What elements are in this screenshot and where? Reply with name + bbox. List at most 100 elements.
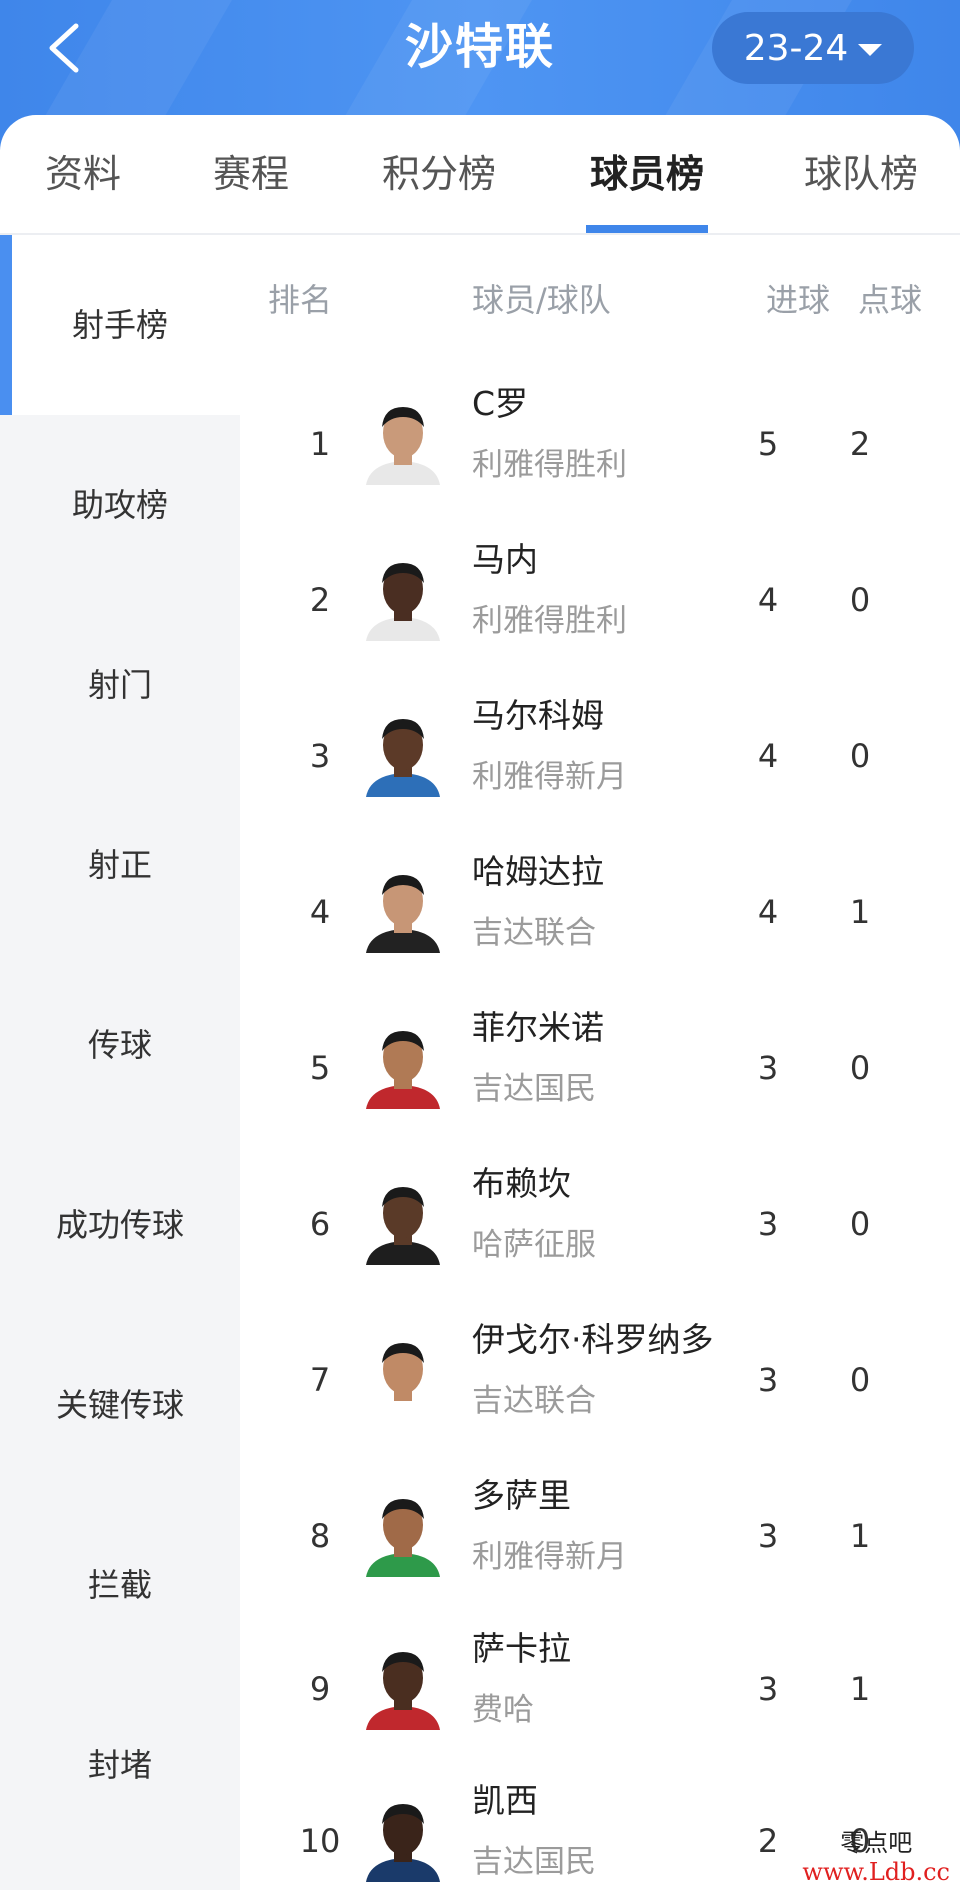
sidebar-item-top-scorers[interactable]: 射手榜	[0, 235, 240, 415]
sidebar-item-label: 射手榜	[71, 306, 168, 344]
player-avatar	[360, 1491, 446, 1577]
goals-cell: 3	[757, 1049, 779, 1087]
rank-cell: 4	[309, 893, 331, 931]
goals-cell: 3	[757, 1517, 779, 1555]
penalties-cell: 1	[849, 1517, 871, 1555]
rank-cell: 5	[309, 1049, 331, 1087]
player-photo-icon	[366, 1031, 440, 1109]
caret-down-icon	[858, 44, 883, 56]
sidebar-item-label: 助攻榜	[71, 486, 168, 524]
player-name: 菲尔米诺	[472, 1008, 604, 1047]
sidebar-item-successful-passes[interactable]: 成功传球	[0, 1135, 240, 1315]
watermark-title: 零点吧	[840, 1829, 913, 1857]
rank-cell: 8	[309, 1517, 331, 1555]
player-avatar	[360, 711, 446, 797]
goals-cell: 4	[757, 581, 779, 619]
sidebar-item-label: 拦截	[87, 1566, 152, 1604]
table-row[interactable]: 1 C罗 利雅得胜利 5 2	[240, 365, 960, 521]
sidebar-item-label: 传球	[87, 1026, 152, 1064]
goals-cell: 5	[757, 425, 779, 463]
player-photo-icon	[366, 1187, 440, 1265]
player-photo-icon	[366, 875, 440, 953]
player-name: 哈姆达拉	[472, 852, 604, 891]
player-avatar	[360, 1335, 446, 1421]
player-photo-icon	[366, 1652, 440, 1730]
sidebar-item-blocks[interactable]: 封堵	[0, 1675, 240, 1855]
sidebar-item-passes[interactable]: 传球	[0, 955, 240, 1135]
rank-cell: 6	[309, 1205, 331, 1243]
penalties-cell: 1	[849, 893, 871, 931]
player-avatar	[360, 1023, 446, 1109]
sidebar-item-label: 射门	[87, 666, 152, 704]
penalties-cell: 0	[849, 1049, 871, 1087]
player-name: 萨卡拉	[472, 1629, 571, 1668]
goals-cell: 4	[757, 737, 779, 775]
category-sidebar: 射手榜 助攻榜 射门 射正 传球 成功传球 关键传球 拦截 封堵	[0, 235, 240, 1890]
tab-label: 积分榜	[381, 152, 496, 196]
player-avatar	[360, 1796, 446, 1882]
goals-cell: 4	[757, 893, 779, 931]
player-team: 费哈	[472, 1692, 534, 1728]
rank-cell: 3	[309, 737, 331, 775]
player-avatar	[360, 1644, 446, 1730]
sidebar-item-label: 关键传球	[55, 1386, 184, 1424]
tab-schedule[interactable]: 赛程	[196, 115, 306, 233]
season-dropdown[interactable]: 23-24	[712, 12, 914, 84]
goals-cell: 3	[757, 1361, 779, 1399]
header-rank: 排名	[268, 281, 333, 319]
table-row[interactable]: 2 马内 利雅得胜利 4 0	[240, 521, 960, 677]
player-name: 伊戈尔·科罗纳多	[472, 1320, 714, 1359]
season-value: 23-24	[743, 27, 849, 69]
table-row[interactable]: 4 哈姆达拉吉达联合 4 1	[240, 833, 960, 989]
player-team: 吉达国民	[472, 1844, 596, 1880]
penalties-cell: 2	[849, 425, 871, 463]
rank-cell: 9	[309, 1670, 331, 1708]
player-photo-icon	[366, 1343, 440, 1421]
sidebar-item-label: 射正	[87, 846, 152, 884]
player-team: 利雅得胜利	[472, 603, 627, 639]
tab-team-rankings[interactable]: 球队榜	[788, 115, 934, 233]
sidebar-item-label: 封堵	[87, 1746, 152, 1784]
player-avatar	[360, 555, 446, 641]
tab-label: 球员榜	[589, 152, 704, 196]
player-name: 多萨里	[472, 1476, 571, 1515]
goals-cell: 3	[757, 1205, 779, 1243]
table-row[interactable]: 5 菲尔米诺 吉达国民 3 0	[240, 989, 960, 1145]
rank-cell: 7	[309, 1361, 331, 1399]
table-row[interactable]: 7 伊戈尔·科罗纳多 吉达联合 3 0	[240, 1301, 960, 1457]
rank-cell: 2	[309, 581, 331, 619]
tab-bar: 资料 赛程 积分榜 球员榜 球队榜	[0, 115, 960, 235]
sidebar-item-shots[interactable]: 射门	[0, 595, 240, 775]
player-name: 马尔科姆	[472, 696, 604, 735]
tab-info[interactable]: 资料	[28, 115, 138, 233]
table-row[interactable]: 9 萨卡拉 费哈 3 1	[240, 1610, 960, 1766]
player-team: 利雅得新月	[472, 759, 627, 795]
tab-label: 赛程	[212, 152, 289, 196]
table-row[interactable]: 3 马尔科姆 利雅得新月 4 0	[240, 677, 960, 833]
rank-cell: 10	[299, 1822, 341, 1860]
player-photo-icon	[366, 407, 440, 485]
penalties-cell: 1	[849, 1670, 871, 1708]
table-row[interactable]: 8 多萨里 利雅得新月 3 1	[240, 1457, 960, 1613]
player-team: 哈萨征服	[472, 1227, 596, 1263]
player-team: 吉达联合	[472, 1383, 596, 1419]
sidebar-item-interceptions[interactable]: 拦截	[0, 1495, 240, 1675]
sidebar-item-shots-on-target[interactable]: 射正	[0, 775, 240, 955]
table-row[interactable]: 6 布赖坎 哈萨征服 3 0	[240, 1145, 960, 1301]
player-team: 利雅得胜利	[472, 447, 627, 483]
tab-label: 资料	[44, 152, 121, 196]
player-name: 凯西	[472, 1781, 538, 1820]
player-team: 吉达联合	[472, 915, 596, 951]
goals-cell: 2	[757, 1822, 779, 1860]
penalties-cell: 0	[849, 581, 871, 619]
tab-standings[interactable]: 积分榜	[366, 115, 512, 233]
sidebar-item-label: 成功传球	[55, 1206, 184, 1244]
penalties-cell: 0	[849, 1361, 871, 1399]
watermark-url: www.Ldb.cc	[802, 1858, 950, 1886]
header-player-team: 球员/球队	[472, 281, 611, 319]
player-ranking-table: 排名 球员/球队 进球 点球 1 C罗 利雅得胜利 5 2 2 马内 利雅得胜利 4 0 3 马尔科姆…	[240, 235, 960, 1890]
sidebar-item-key-passes[interactable]: 关键传球	[0, 1315, 240, 1495]
sidebar-item-assists[interactable]: 助攻榜	[0, 415, 240, 595]
tab-player-rankings[interactable]: 球员榜	[586, 115, 708, 233]
player-photo-icon	[366, 1804, 440, 1882]
